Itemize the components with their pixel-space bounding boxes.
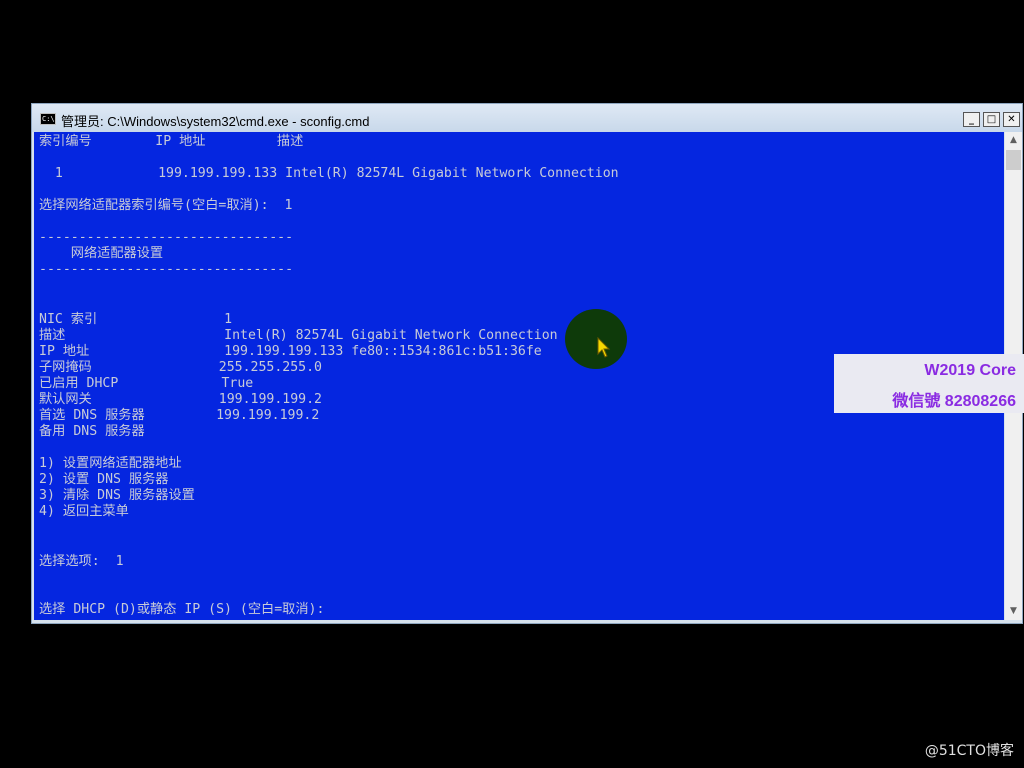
window-title: 管理员: C:\Windows\system32\cmd.exe - sconf…: [61, 114, 370, 129]
scroll-thumb[interactable]: [1006, 150, 1021, 170]
console-line: 描述 Intel(R) 82574L Gigabit Network Conne…: [39, 328, 558, 343]
console-line: 子网掩码 255.255.255.0: [39, 360, 322, 375]
console-line: 默认网关 199.199.199.2: [39, 392, 322, 407]
console-line: 4) 返回主菜单: [39, 504, 129, 519]
maximize-button[interactable]: □: [983, 112, 1000, 127]
console-line: --------------------------------: [39, 230, 294, 245]
minimize-button[interactable]: _: [963, 112, 980, 127]
close-button[interactable]: ✕: [1003, 112, 1020, 127]
cursor-highlight: [565, 309, 627, 369]
console-line: IP 地址 199.199.199.133 fe80::1534:861c:b5…: [39, 344, 542, 359]
cmd-icon: C:\: [40, 113, 56, 125]
console-line: 网络适配器设置: [39, 246, 164, 261]
watermark-box: W2019 Core 微信號 82808266: [834, 354, 1024, 413]
console-line: 1) 设置网络适配器地址: [39, 456, 182, 471]
console-line: 选择网络适配器索引编号(空白=取消): 1: [39, 198, 293, 213]
console-line: NIC 索引 1: [39, 312, 233, 327]
console-line: 已启用 DHCP True: [39, 376, 254, 391]
console-prompt[interactable]: 选择 DHCP (D)或静态 IP (S) (空白=取消):: [39, 602, 324, 618]
site-credit: @51CTO博客: [924, 743, 1014, 759]
console-line: 首选 DNS 服务器 199.199.199.2: [39, 408, 320, 423]
watermark-contact: 微信號 82808266: [892, 393, 1016, 410]
watermark-title: W2019 Core: [924, 362, 1016, 379]
console-line: 1 199.199.199.133 Intel(R) 82574L Gigabi…: [39, 166, 619, 181]
console-line: 3) 清除 DNS 服务器设置: [39, 488, 195, 503]
console-line: 选择选项: 1: [39, 554, 124, 569]
scroll-up-arrow-icon[interactable]: ▲: [1005, 132, 1022, 149]
console-line: 2) 设置 DNS 服务器: [39, 472, 169, 487]
console-line: 索引编号 IP 地址 描述: [39, 134, 304, 149]
scroll-down-arrow-icon[interactable]: ▼: [1005, 603, 1022, 620]
mouse-pointer-icon: [597, 337, 611, 358]
console-line: --------------------------------: [39, 262, 294, 277]
console-line: 备用 DNS 服务器: [39, 424, 145, 439]
title-bar[interactable]: C:\ 管理员: C:\Windows\system32\cmd.exe - s…: [32, 104, 1022, 132]
